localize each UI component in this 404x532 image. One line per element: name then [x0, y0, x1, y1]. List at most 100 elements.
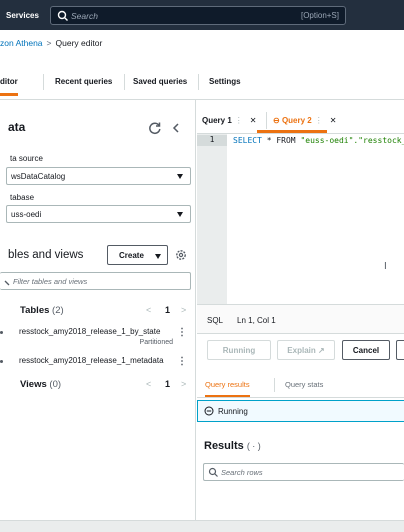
text-cursor-icon: I — [384, 261, 387, 272]
query-actions: Running Explain ↗ Cancel — [197, 334, 404, 364]
chevron-right-icon[interactable]: > — [181, 379, 186, 389]
views-section-header[interactable]: Views (0) < 1 > — [0, 378, 196, 394]
create-button-label: Create — [119, 251, 144, 260]
tab-recent-queries[interactable]: Recent queries — [55, 77, 112, 86]
external-link-icon: ↗ — [317, 346, 325, 355]
chevron-left-icon[interactable]: < — [146, 305, 151, 315]
database-value: uss-oedi — [11, 210, 42, 219]
data-panel-title: ata — [8, 120, 26, 134]
more-actions-button[interactable] — [396, 340, 404, 360]
tab-divider — [274, 378, 275, 392]
search-rows-input[interactable]: Search rows — [203, 463, 404, 481]
result-tabs: Query results Query stats — [197, 370, 404, 398]
active-tab-indicator — [257, 130, 327, 133]
views-section-title: Views (0) — [20, 379, 61, 390]
tab-divider — [124, 74, 125, 90]
more-options-icon[interactable]: ⋮ — [177, 356, 187, 367]
caret-down-icon — [155, 254, 161, 259]
tab-saved-queries[interactable]: Saved queries — [133, 77, 187, 86]
database-select[interactable]: uss-oedi — [6, 205, 191, 223]
tab-query-1[interactable]: Query 1 ⋮ ✕ — [202, 116, 257, 125]
filter-placeholder: Filter tables and views — [13, 277, 88, 286]
collapse-panel-icon[interactable] — [170, 121, 182, 135]
line-number: 1 — [197, 135, 227, 146]
tab-query-stats[interactable]: Query stats — [285, 380, 323, 389]
table-name: resstock_amy2018_release_1_metadata — [19, 356, 164, 365]
cursor-position: Ln 1, Col 1 — [237, 316, 276, 325]
caret-down-icon — [177, 174, 183, 179]
query-1-label: Query 1 — [202, 116, 232, 125]
views-count: (0) — [49, 379, 62, 390]
tab-query-2[interactable]: ⊖ Query 2 ⋮ ✕ — [273, 116, 336, 125]
search-placeholder: Search — [71, 11, 98, 21]
search-icon — [57, 10, 68, 21]
close-icon[interactable]: ✕ — [250, 116, 257, 125]
code-text: * FROM — [261, 136, 301, 145]
search-shortcut-hint: [Option+S] — [300, 11, 339, 20]
database-label: tabase — [10, 193, 35, 202]
results-count: ( · ) — [246, 441, 261, 451]
breadcrumb-athena-link[interactable]: zon Athena — [0, 38, 43, 48]
running-button-label: Running — [222, 346, 256, 355]
results-label: Results — [204, 440, 244, 452]
chevron-left-icon[interactable]: < — [146, 379, 151, 389]
editor-status-bar: SQL Ln 1, Col 1 — [197, 304, 404, 334]
sql-editor[interactable]: 1 SELECT * FROM "euss-oedi"."resstock_ I — [197, 134, 404, 304]
drag-handle-icon: ⋮ — [234, 116, 243, 125]
search-rows-placeholder: Search rows — [221, 468, 263, 477]
tab-divider — [266, 112, 267, 129]
tables-page-number[interactable]: 1 — [165, 305, 170, 315]
breadcrumb-current: Query editor — [55, 38, 103, 48]
views-page-number[interactable]: 1 — [165, 379, 170, 389]
search-icon — [4, 280, 10, 286]
refresh-icon[interactable] — [148, 121, 162, 135]
editor-gutter: 1 — [197, 134, 227, 304]
data-source-select[interactable]: wsDataCatalog — [6, 167, 191, 185]
tab-divider — [43, 74, 44, 90]
tab-settings[interactable]: Settings — [209, 77, 241, 86]
tables-count: (2) — [52, 305, 64, 316]
query-running-icon: ⊖ — [273, 116, 280, 125]
results-title: Results ( · ) — [204, 440, 261, 452]
data-source-value: wsDataCatalog — [11, 172, 66, 181]
breadcrumb: zon Athena > Query editor — [0, 38, 102, 52]
explain-button[interactable]: Explain ↗ — [277, 340, 335, 360]
table-item[interactable]: resstock_amy2018_release_1_by_state Part… — [0, 327, 196, 351]
global-search-input[interactable]: Search [Option+S] — [50, 6, 346, 25]
filter-tables-input[interactable]: Filter tables and views — [0, 272, 191, 290]
running-status-banner: Running — [197, 400, 404, 422]
more-options-icon[interactable]: ⋮ — [177, 327, 187, 338]
table-name: resstock_amy2018_release_1_by_state — [19, 327, 161, 336]
tables-section-title: Tables (2) — [20, 305, 64, 316]
query-tabs: Query 1 ⋮ ✕ ⊖ Query 2 ⋮ ✕ — [197, 100, 404, 134]
create-button[interactable]: Create — [107, 245, 168, 265]
code-string: "euss-oedi"."resstock_ — [300, 136, 404, 145]
tables-section-header[interactable]: Tables (2) < 1 > — [0, 304, 196, 320]
services-menu[interactable]: Services — [6, 11, 39, 20]
table-expand-marker — [0, 331, 3, 334]
drag-handle-icon: ⋮ — [314, 116, 323, 125]
tab-divider — [198, 74, 199, 90]
running-button[interactable]: Running — [207, 340, 271, 360]
close-icon[interactable]: ✕ — [330, 116, 337, 125]
bottom-footer-strip — [0, 520, 404, 532]
gear-icon[interactable] — [175, 249, 187, 261]
main-tabs: ditor Recent queries Saved queries Setti… — [0, 66, 404, 100]
cancel-button[interactable]: Cancel — [342, 340, 390, 360]
code-keyword: SELECT — [233, 136, 262, 145]
top-navigation-bar: Services Search [Option+S] — [0, 0, 404, 30]
views-label: Views — [20, 379, 47, 390]
tab-editor[interactable]: ditor — [0, 77, 18, 96]
query-2-label: Query 2 — [281, 116, 312, 125]
table-partitioned-label: Partitioned — [139, 339, 173, 346]
query-editor-panel: Query 1 ⋮ ✕ ⊖ Query 2 ⋮ ✕ 1 SELECT * FROM "e… — [197, 100, 404, 520]
breadcrumb-separator-icon: > — [46, 38, 52, 48]
running-status-icon — [204, 406, 214, 416]
tables-label: Tables — [20, 305, 50, 316]
chevron-right-icon[interactable]: > — [181, 305, 186, 315]
search-icon — [208, 467, 218, 477]
table-item[interactable]: resstock_amy2018_release_1_metadata ⋮ — [0, 356, 196, 370]
tab-query-results[interactable]: Query results — [205, 380, 250, 397]
code-line: SELECT * FROM "euss-oedi"."resstock_ — [233, 136, 404, 145]
language-indicator: SQL — [207, 316, 224, 325]
